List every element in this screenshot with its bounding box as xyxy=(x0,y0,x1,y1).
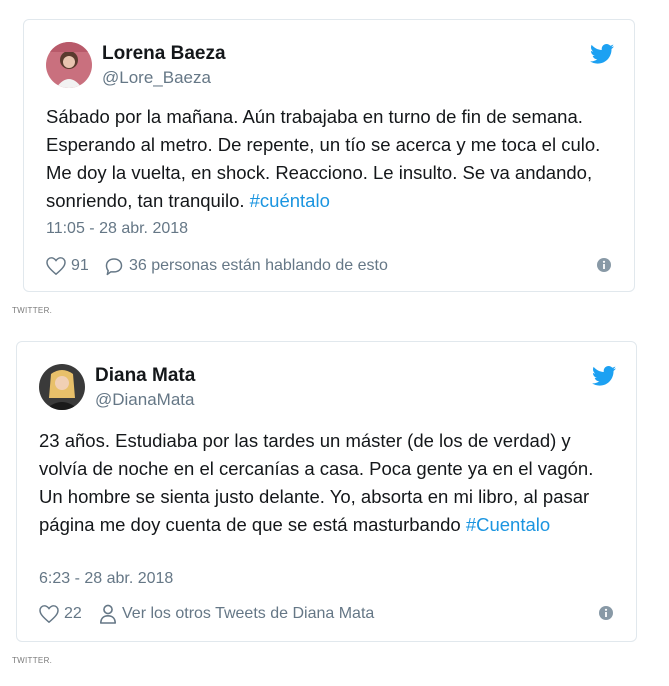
conversation-label: 36 personas están hablando de esto xyxy=(129,257,388,274)
tweet-footer: 22 Ver los otros Tweets de Diana Mata xyxy=(39,602,614,626)
twitter-bird-icon[interactable] xyxy=(590,44,614,64)
hashtag-link[interactable]: #Cuentalo xyxy=(466,514,550,535)
info-icon[interactable] xyxy=(596,257,612,273)
tweet-footer: 91 36 personas están hablando de esto xyxy=(46,254,612,278)
tweet-text: 23 años. Estudiaba por las tardes un más… xyxy=(39,430,594,535)
profile-tweets-link[interactable]: Ver los otros Tweets de Diana Mata xyxy=(99,602,374,626)
author-block: Diana Mata @DianaMata xyxy=(95,365,195,411)
comment-icon xyxy=(105,257,123,275)
like-button[interactable]: 22 xyxy=(39,602,82,626)
like-count: 91 xyxy=(71,257,89,274)
author-block: Lorena Baeza @Lore_Baeza xyxy=(102,43,226,89)
image-caption: TWITTER. xyxy=(12,306,53,315)
author-name[interactable]: Diana Mata xyxy=(95,365,195,387)
heart-icon xyxy=(46,257,66,275)
tweet-text: Sábado por la mañana. Aún trabajaba en t… xyxy=(46,106,601,211)
hashtag-link[interactable]: #cuéntalo xyxy=(250,190,330,211)
avatar[interactable] xyxy=(46,42,92,88)
person-icon xyxy=(99,604,117,624)
tweet-card[interactable]: Lorena Baeza @Lore_Baeza Sábado por la m… xyxy=(23,19,635,292)
author-name[interactable]: Lorena Baeza xyxy=(102,43,226,65)
tweet-header: Diana Mata @DianaMata xyxy=(39,364,616,414)
author-handle[interactable]: @DianaMata xyxy=(95,389,195,411)
heart-icon xyxy=(39,605,59,623)
like-count: 22 xyxy=(64,605,82,622)
tweet-card[interactable]: Diana Mata @DianaMata 23 años. Estudiaba… xyxy=(16,341,637,642)
conversation-link[interactable]: 36 personas están hablando de esto xyxy=(104,254,388,278)
like-button[interactable]: 91 xyxy=(46,254,89,278)
tweet-timestamp[interactable]: 6:23 - 28 abr. 2018 xyxy=(39,570,173,588)
info-icon[interactable] xyxy=(598,605,614,621)
tweet-timestamp[interactable]: 11:05 - 28 abr. 2018 xyxy=(46,220,188,238)
tweet-header: Lorena Baeza @Lore_Baeza xyxy=(46,42,614,92)
image-caption: TWITTER. xyxy=(12,656,53,665)
twitter-bird-icon[interactable] xyxy=(592,366,616,386)
avatar[interactable] xyxy=(39,364,85,410)
profile-tweets-label: Ver los otros Tweets de Diana Mata xyxy=(122,605,375,622)
author-handle[interactable]: @Lore_Baeza xyxy=(102,67,226,89)
